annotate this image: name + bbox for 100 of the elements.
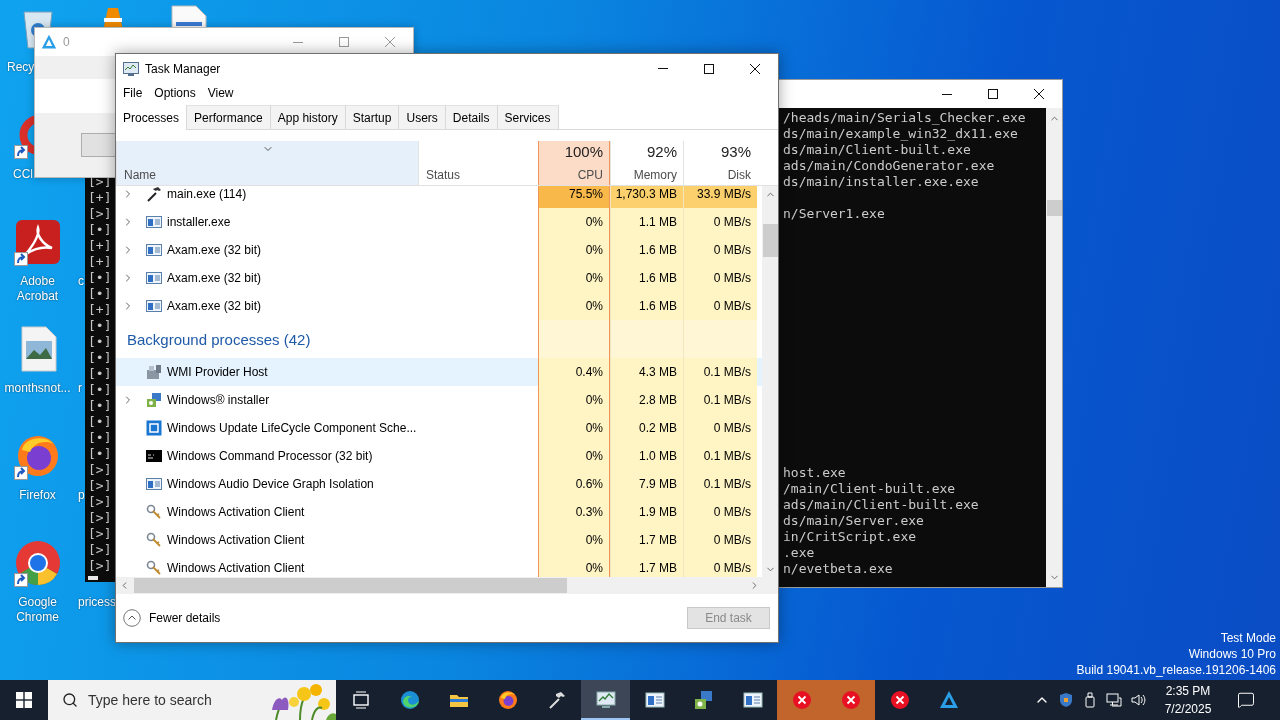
- minimize-icon: [942, 93, 952, 95]
- tab[interactable]: Details: [445, 105, 498, 129]
- fewer-details-button[interactable]: Fewer details: [123, 609, 221, 627]
- console-line: ads/main/CondoGenerator.exe: [783, 158, 996, 174]
- process-name: Axam.exe (32 bit): [167, 299, 262, 313]
- console-line: [+]: [88, 302, 113, 318]
- column-label: Memory: [633, 168, 677, 182]
- maximize-icon: [988, 89, 998, 99]
- triangle-logo-icon: [41, 34, 57, 50]
- search-box[interactable]: Type here to search: [48, 680, 336, 720]
- disk-value: 0 MB/s: [683, 264, 757, 292]
- console-line: [>]: [88, 462, 113, 478]
- menu-item[interactable]: Options: [148, 83, 202, 103]
- server-icon: [146, 364, 162, 380]
- process-name: Windows Activation Client: [167, 505, 305, 519]
- maximize-icon: [339, 37, 349, 47]
- process-name: main.exe (114): [167, 187, 247, 201]
- menu-item[interactable]: File: [117, 83, 149, 103]
- vertical-scrollbar[interactable]: [762, 186, 778, 577]
- scroll-thumb[interactable]: [1046, 200, 1062, 216]
- close-icon: [750, 63, 760, 74]
- console-line: ds/main/Client-built.exe: [783, 142, 972, 158]
- console-line: [•]: [88, 334, 113, 350]
- scroll-thumb[interactable]: [134, 577, 567, 593]
- console-line: [•]: [88, 430, 113, 446]
- network-icon[interactable]: [1106, 692, 1122, 708]
- app-window-icon: [146, 298, 162, 314]
- installer-icon: [693, 690, 714, 710]
- search-icon: [62, 692, 78, 708]
- console-line: ds/main/Server.exe: [783, 513, 925, 529]
- cpu-value: 0%: [538, 292, 610, 320]
- clock[interactable]: 2:35 PM 7/2/2025: [1158, 682, 1218, 718]
- process-name: Windows Command Processor (32 bit): [167, 449, 373, 463]
- table-cell: [538, 320, 610, 358]
- disk-value: 0.1 MB/s: [683, 386, 757, 414]
- memory-value: 1.7 MB: [610, 526, 683, 554]
- cpu-value: 0%: [538, 554, 610, 577]
- disk-value: 0 MB/s: [683, 554, 757, 577]
- tab[interactable]: Services: [497, 105, 559, 129]
- column-header[interactable]: Name: [116, 141, 418, 185]
- group-heading: Background processes (42): [126, 330, 311, 348]
- process-name: WMI Provider Host: [167, 365, 268, 379]
- volume-icon[interactable]: [1130, 692, 1146, 708]
- browser-icon: [497, 690, 518, 710]
- cpu-value: 0%: [538, 208, 610, 236]
- console-line: [>]: [88, 558, 113, 574]
- console-line: .exe: [783, 545, 816, 561]
- console-line: /main/Client-built.exe: [783, 481, 957, 497]
- cpu-value: 0%: [538, 236, 610, 264]
- tab[interactable]: Performance: [187, 105, 271, 129]
- console-line: [•]: [88, 446, 113, 462]
- column-header[interactable]: 100% CPU: [538, 141, 610, 185]
- search-input[interactable]: Type here to search: [88, 692, 256, 708]
- vertical-scrollbar[interactable]: [1046, 108, 1062, 587]
- triangle-logo-icon: [938, 690, 959, 710]
- usage-percent: 93%: [720, 143, 751, 160]
- usb-drive-icon[interactable]: [1082, 692, 1098, 708]
- tab[interactable]: Startup: [345, 105, 400, 129]
- clock-date: 7/2/2025: [1164, 701, 1212, 718]
- tab[interactable]: Users: [399, 105, 446, 129]
- clock-time: 2:35 PM: [1165, 683, 1211, 700]
- console-line: n/Server1.exe: [783, 206, 886, 222]
- cpu-value: 75.5%: [538, 186, 610, 208]
- process-name: Axam.exe (32 bit): [167, 271, 262, 285]
- close-icon: [385, 37, 395, 47]
- horizontal-scrollbar[interactable]: [116, 577, 778, 593]
- menu-item[interactable]: View: [201, 83, 240, 103]
- cpu-value: 0%: [538, 264, 610, 292]
- disk-value: 0 MB/s: [683, 498, 757, 526]
- usage-percent: 92%: [646, 143, 677, 160]
- console-line: ds/main/installer.exe.exe: [783, 174, 980, 190]
- task-view-icon: [350, 690, 371, 710]
- taskbar-app-button[interactable]: [581, 680, 630, 720]
- monitor-chart-icon: [595, 690, 616, 710]
- system-info-text: Windows 10 Pro: [1188, 646, 1276, 662]
- scroll-thumb[interactable]: [762, 224, 778, 257]
- console-line: [•]: [88, 318, 113, 334]
- console-line: [•]: [88, 382, 113, 398]
- process-name: Windows Activation Client: [167, 533, 305, 547]
- process-name: installer.exe: [167, 215, 231, 229]
- browser-icon[interactable]: [13, 539, 62, 587]
- minimize-icon: [293, 41, 303, 43]
- notifications-icon[interactable]: [1237, 691, 1255, 709]
- system-info-text: Test Mode: [1220, 630, 1276, 646]
- console-line: [+]: [88, 254, 113, 270]
- disk-value: 33.9 MB/s: [683, 186, 757, 208]
- disk-value: 0 MB/s: [683, 208, 757, 236]
- disk-value: 0.1 MB/s: [683, 442, 757, 470]
- usage-percent: 100%: [564, 143, 603, 160]
- app-window-icon: [644, 690, 665, 710]
- tab[interactable]: App history: [270, 105, 346, 129]
- console-line: [•]: [88, 398, 113, 414]
- process-row[interactable]: WMI Provider Host 0.4% 4.3 MB 0.1 MB/s: [116, 358, 762, 386]
- shield-icon[interactable]: [1058, 692, 1074, 708]
- memory-value: 1.0 MB: [610, 442, 683, 470]
- console-line: [•]: [88, 286, 113, 302]
- console-line: [>]: [88, 526, 113, 542]
- process-name: Windows Audio Device Graph Isolation: [167, 477, 374, 491]
- pdf-icon[interactable]: [13, 218, 62, 266]
- tab[interactable]: Processes: [116, 105, 188, 130]
